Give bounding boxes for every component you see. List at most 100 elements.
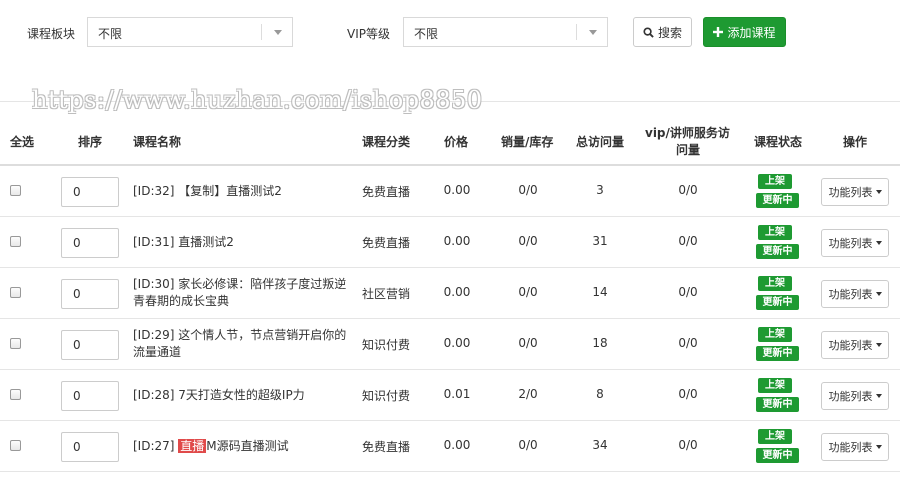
total-visits: 8 [596, 387, 604, 401]
status-updating-badge[interactable]: 更新中 [756, 295, 799, 310]
caret-down-icon [274, 30, 282, 35]
vip-visits: 0/0 [678, 387, 698, 401]
course-name: [ID:28] 7天打造女性的超级IP力 [133, 388, 305, 402]
vip-visits: 0/0 [678, 285, 698, 299]
course-name-line: 流量通道 [133, 345, 182, 359]
caret-down-icon [875, 190, 882, 194]
category-header: 课程分类 [362, 135, 411, 149]
course-name-line: [ID:29] 这个情人节，节点营销开启你的 [133, 328, 347, 342]
function-list-label: 功能列表 [828, 186, 873, 199]
course-category: 免费直播 [362, 440, 411, 454]
status-on-badge[interactable]: 上架 [758, 327, 792, 342]
vip-visits: 0/0 [678, 438, 698, 452]
plus-icon [713, 27, 724, 37]
course-price: 0.00 [443, 438, 471, 452]
course-category: 免费直播 [362, 185, 411, 199]
sales-stock-header: 销量/库存 [501, 135, 554, 149]
vip-visits-header-line2: 问量 [676, 143, 701, 157]
table-row: 0 [ID:28] 7天打造女性的超级IP力 知识付费 0.01 2/0 8 0… [0, 370, 900, 421]
watermark: https://www.huzhan.com/ishop8850 [32, 86, 483, 114]
course-price: 0.01 [443, 387, 471, 401]
function-list-button[interactable]: 功能列表 [821, 331, 889, 359]
sort-input[interactable]: 0 [61, 330, 119, 360]
category-select[interactable]: 不限 [87, 17, 293, 47]
sales-stock: 0/0 [518, 336, 538, 350]
sort-input[interactable]: 0 [61, 177, 119, 207]
vip-visits: 0/0 [678, 183, 698, 197]
course-category: 知识付费 [362, 338, 411, 352]
category-select-value: 不限 [98, 27, 123, 41]
sales-stock: 0/0 [518, 234, 538, 248]
sort-input[interactable]: 0 [61, 228, 119, 258]
status-on-badge[interactable]: 上架 [758, 429, 792, 444]
caret-down-icon [875, 445, 882, 449]
filter-bar: 课程板块 不限 VIP等级 不限 搜索 添加课程 [0, 0, 900, 64]
row-checkbox[interactable] [10, 185, 21, 196]
total-visits: 3 [596, 183, 604, 197]
course-category: 免费直播 [362, 236, 411, 250]
course-name-line: [ID:30] 家长必修课：陪伴孩子度过叛逆 [133, 277, 347, 291]
status-updating-badge[interactable]: 更新中 [756, 193, 799, 208]
course-price: 0.00 [443, 336, 471, 350]
caret-down-icon [875, 343, 882, 347]
course-name: [ID:27] 直播 M源码直播测试 [133, 438, 348, 455]
sort-input[interactable]: 0 [61, 279, 119, 309]
visits-header: 总访问量 [576, 135, 625, 149]
total-visits: 34 [592, 438, 608, 452]
function-list-button[interactable]: 功能列表 [821, 178, 889, 206]
function-list-button[interactable]: 功能列表 [821, 433, 889, 461]
search-button-label: 搜索 [657, 25, 682, 40]
status-on-badge[interactable]: 上架 [758, 225, 792, 240]
sales-stock: 0/0 [518, 183, 538, 197]
function-list-label: 功能列表 [828, 237, 873, 250]
row-checkbox[interactable] [10, 440, 21, 451]
course-price: 0.00 [443, 183, 471, 197]
status-updating-badge[interactable]: 更新中 [756, 244, 799, 259]
course-name-line: 青春期的成长宝典 [133, 294, 230, 308]
select-separator [261, 24, 262, 40]
ops-header: 操作 [843, 135, 868, 149]
status-updating-badge[interactable]: 更新中 [756, 448, 799, 463]
search-button[interactable]: 搜索 [633, 17, 692, 47]
row-checkbox[interactable] [10, 338, 21, 349]
status-on-badge[interactable]: 上架 [758, 378, 792, 393]
function-list-label: 功能列表 [828, 339, 873, 352]
sort-input[interactable]: 0 [61, 432, 119, 462]
select-all-header[interactable]: 全选 [10, 133, 34, 150]
status-on-badge[interactable]: 上架 [758, 174, 792, 189]
function-list-button[interactable]: 功能列表 [821, 229, 889, 257]
add-course-button[interactable]: 添加课程 [703, 17, 786, 47]
course-category: 社区营销 [362, 287, 411, 301]
row-checkbox[interactable] [10, 389, 21, 400]
sort-header: 排序 [78, 135, 103, 149]
vip-select-value: 不限 [414, 27, 439, 41]
course-name: [ID:29] 这个情人节，节点营销开启你的 流量通道 [133, 327, 348, 361]
sort-input[interactable]: 0 [61, 381, 119, 411]
course-name-prefix: [ID:27] [133, 439, 179, 453]
sales-stock: 0/0 [518, 285, 538, 299]
status-header: 课程状态 [754, 135, 803, 149]
table-row: 0 [ID:29] 这个情人节，节点营销开启你的 流量通道 知识付费 0.00 … [0, 319, 900, 370]
function-list-button[interactable]: 功能列表 [821, 382, 889, 410]
row-checkbox[interactable] [10, 287, 21, 298]
status-updating-badge[interactable]: 更新中 [756, 397, 799, 412]
status-updating-badge[interactable]: 更新中 [756, 346, 799, 361]
function-list-button[interactable]: 功能列表 [821, 280, 889, 308]
total-visits: 18 [592, 336, 608, 350]
search-icon [643, 26, 654, 38]
vip-visits: 0/0 [678, 234, 698, 248]
table-row: 0 [ID:30] 家长必修课：陪伴孩子度过叛逆 青春期的成长宝典 社区营销 0… [0, 268, 900, 319]
caret-down-icon [875, 292, 882, 296]
course-name-suffix: M源码直播测试 [206, 439, 289, 453]
vip-visits: 0/0 [678, 336, 698, 350]
table-row: 0 [ID:31] 直播测试2 免费直播 0.00 0/0 31 0/0 上架 … [0, 217, 900, 268]
sales-stock: 0/0 [518, 438, 538, 452]
row-checkbox[interactable] [10, 236, 21, 247]
function-list-label: 功能列表 [828, 288, 873, 301]
caret-down-icon [875, 394, 882, 398]
function-list-label: 功能列表 [828, 390, 873, 403]
name-header: 课程名称 [133, 135, 182, 149]
vip-select[interactable]: 不限 [403, 17, 608, 47]
table-header: 全选 排序 课程名称 课程分类 价格 销量/库存 总访问量 vip/讲师服务访 … [0, 116, 900, 166]
status-on-badge[interactable]: 上架 [758, 276, 792, 291]
